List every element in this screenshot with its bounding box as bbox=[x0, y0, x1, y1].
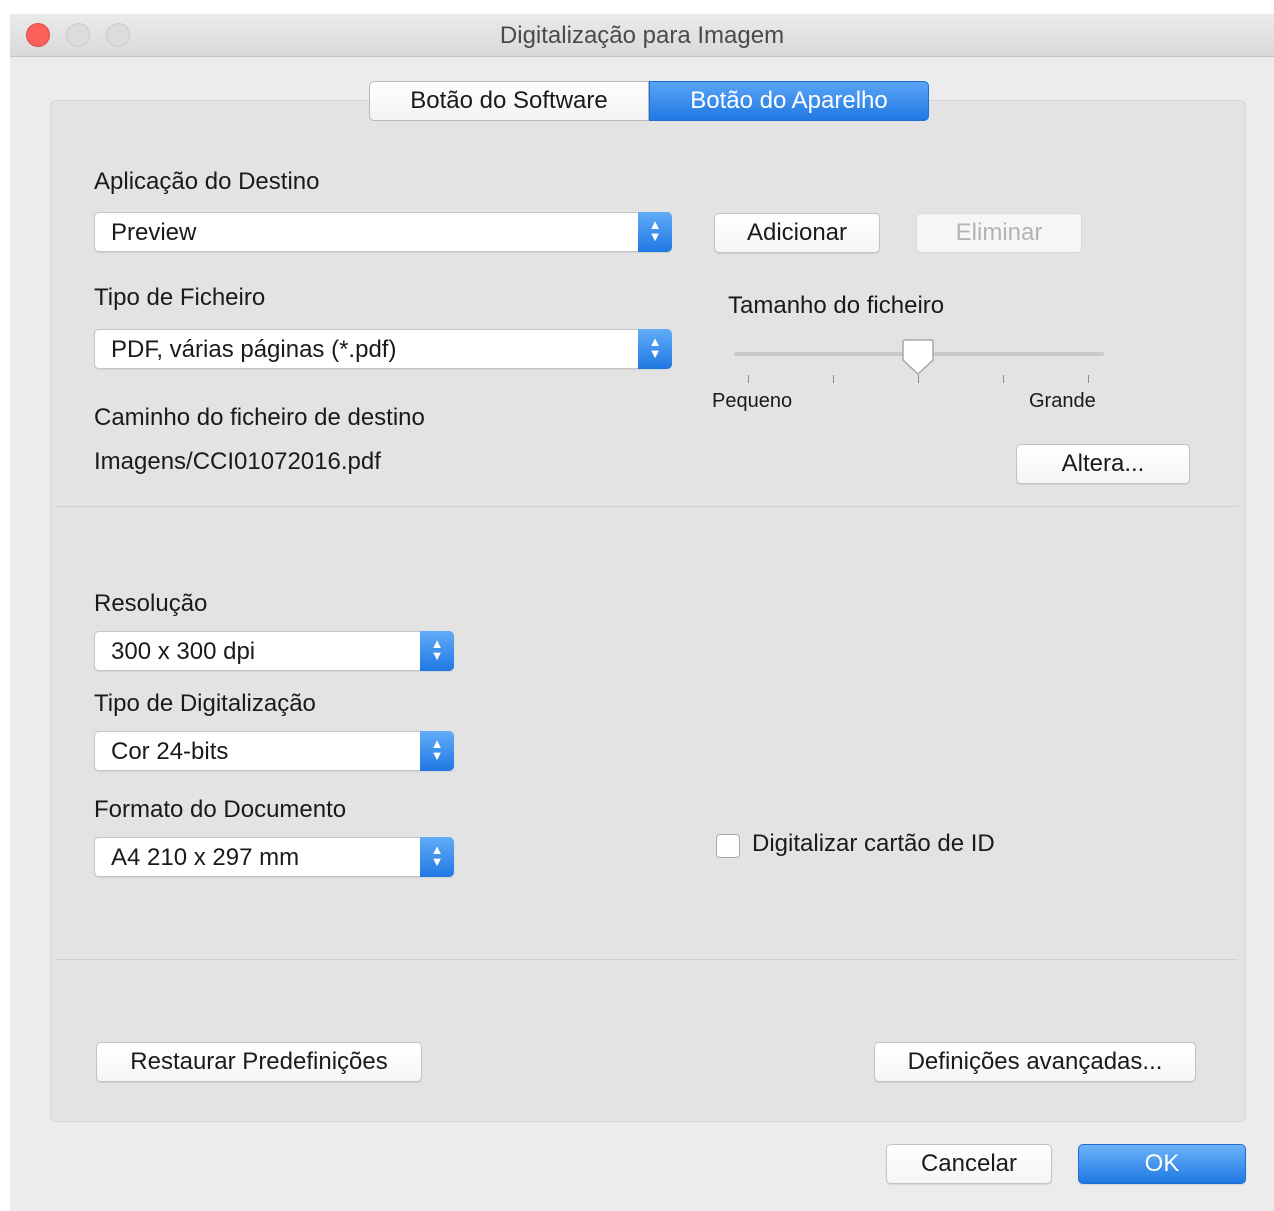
add-button[interactable]: Adicionar bbox=[714, 213, 880, 253]
file-size-slider-knob[interactable] bbox=[901, 338, 935, 376]
chevron-updown-icon: ▲ ▼ bbox=[638, 329, 672, 369]
scan-type-label: Tipo de Digitalização bbox=[94, 690, 316, 717]
destination-path-value: Imagens/CCI01072016.pdf bbox=[94, 448, 381, 475]
scan-type-select[interactable]: Cor 24-bits ▲ ▼ bbox=[94, 731, 454, 771]
restore-defaults-button[interactable]: Restaurar Predefinições bbox=[96, 1042, 422, 1082]
document-size-label: Formato do Documento bbox=[94, 796, 347, 823]
destination-app-select[interactable]: Preview ▲ ▼ bbox=[94, 212, 672, 252]
resolution-value: 300 x 300 dpi bbox=[111, 638, 256, 665]
slider-tick bbox=[1003, 375, 1004, 383]
change-path-button[interactable]: Altera... bbox=[1016, 444, 1190, 484]
id-card-label[interactable]: Digitalizar cartão de ID bbox=[752, 830, 995, 858]
tab-device-button[interactable]: Botão do Aparelho bbox=[649, 81, 929, 121]
chevron-updown-icon: ▲ ▼ bbox=[420, 631, 454, 671]
slider-tick bbox=[1088, 375, 1089, 383]
tab-bar: Botão do Software Botão do Aparelho bbox=[369, 81, 929, 121]
file-size-label: Tamanho do ficheiro bbox=[728, 292, 945, 319]
settings-panel bbox=[50, 100, 1246, 1122]
document-size-select[interactable]: A4 210 x 297 mm ▲ ▼ bbox=[94, 837, 454, 877]
file-type-label: Tipo de Ficheiro bbox=[94, 284, 266, 311]
document-size-value: A4 210 x 297 mm bbox=[111, 844, 300, 871]
destination-app-label: Aplicação do Destino bbox=[94, 168, 320, 195]
resolution-select[interactable]: 300 x 300 dpi ▲ ▼ bbox=[94, 631, 454, 671]
destination-path-label: Caminho do ficheiro de destino bbox=[94, 404, 425, 431]
section-divider bbox=[56, 506, 1238, 507]
file-size-min-label: Pequeno bbox=[712, 390, 793, 412]
section-divider bbox=[56, 959, 1238, 960]
slider-tick bbox=[833, 375, 834, 383]
resolution-label: Resolução bbox=[94, 590, 208, 617]
file-type-select[interactable]: PDF, várias páginas (*.pdf) ▲ ▼ bbox=[94, 329, 672, 369]
scan-type-value: Cor 24-bits bbox=[111, 738, 229, 765]
chevron-updown-icon: ▲ ▼ bbox=[420, 837, 454, 877]
file-size-max-label: Grande bbox=[1029, 390, 1096, 412]
tab-software-button[interactable]: Botão do Software bbox=[369, 81, 649, 121]
title-bar[interactable]: Digitalização para Imagem bbox=[10, 14, 1274, 57]
ok-button[interactable]: OK bbox=[1078, 1144, 1246, 1184]
chevron-updown-icon: ▲ ▼ bbox=[420, 731, 454, 771]
dialog-window: Digitalização para Imagem Botão do Softw… bbox=[10, 14, 1274, 1211]
window-title: Digitalização para Imagem bbox=[499, 22, 785, 49]
delete-button[interactable]: Eliminar bbox=[916, 213, 1082, 253]
chevron-updown-icon: ▲ ▼ bbox=[638, 212, 672, 252]
slider-tick bbox=[748, 375, 749, 383]
slider-tick bbox=[918, 375, 919, 383]
destination-app-value: Preview bbox=[111, 219, 197, 246]
id-card-checkbox[interactable] bbox=[716, 834, 740, 858]
advanced-settings-button[interactable]: Definições avançadas... bbox=[874, 1042, 1196, 1082]
file-type-value: PDF, várias páginas (*.pdf) bbox=[111, 336, 397, 363]
cancel-button[interactable]: Cancelar bbox=[886, 1144, 1052, 1184]
